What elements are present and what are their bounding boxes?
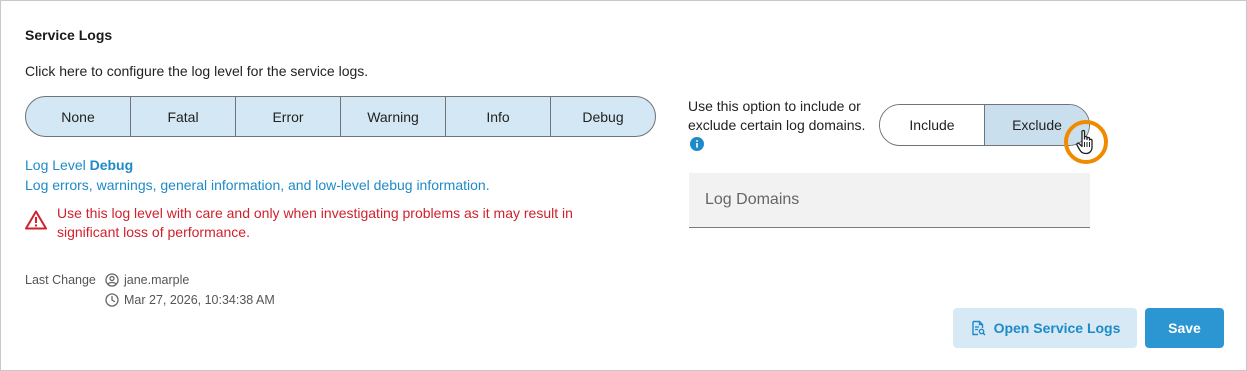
log-domains-input[interactable] [689,173,1090,227]
clock-icon [105,293,119,307]
log-domain-hint: Use this option to include or exclude ce… [688,98,866,133]
log-level-selector: None Fatal Error Warning Info Debug [25,96,656,137]
last-change-timestamp: Mar 27, 2026, 10:34:38 AM [124,293,275,307]
log-level-fatal[interactable]: Fatal [131,97,236,136]
file-search-icon [971,320,986,336]
last-change-label: Last Change [25,273,96,287]
hand-cursor-icon [1076,129,1093,155]
log-level-warning[interactable]: Warning [341,97,446,136]
log-level-current: Debug [89,157,134,173]
user-icon [105,273,119,287]
open-service-logs-label: Open Service Logs [993,320,1121,336]
warning-icon [25,210,47,230]
performance-warning: Use this log level with care and only wh… [57,205,573,240]
log-level-none[interactable]: None [26,97,131,136]
section-title: Service Logs [25,27,113,43]
include-toggle[interactable]: Include [880,105,985,145]
domain-filter-toggle: Include Exclude [879,104,1090,146]
log-level-error[interactable]: Error [236,97,341,136]
log-level-instruction[interactable]: Click here to configure the log level fo… [25,63,368,79]
save-button[interactable]: Save [1145,308,1224,348]
info-icon[interactable] [690,137,704,151]
log-level-prefix: Log Level [25,157,86,173]
log-level-description: Log errors, warnings, general informatio… [25,177,490,193]
log-level-debug[interactable]: Debug [551,97,655,136]
service-logs-panel: Service Logs Click here to configure the… [0,0,1247,371]
last-change-user: jane.marple [124,273,190,287]
open-service-logs-button[interactable]: Open Service Logs [953,308,1137,348]
log-level-info[interactable]: Info [446,97,551,136]
log-domains-field[interactable] [689,173,1090,228]
log-level-heading: Log Level Debug [25,157,133,173]
